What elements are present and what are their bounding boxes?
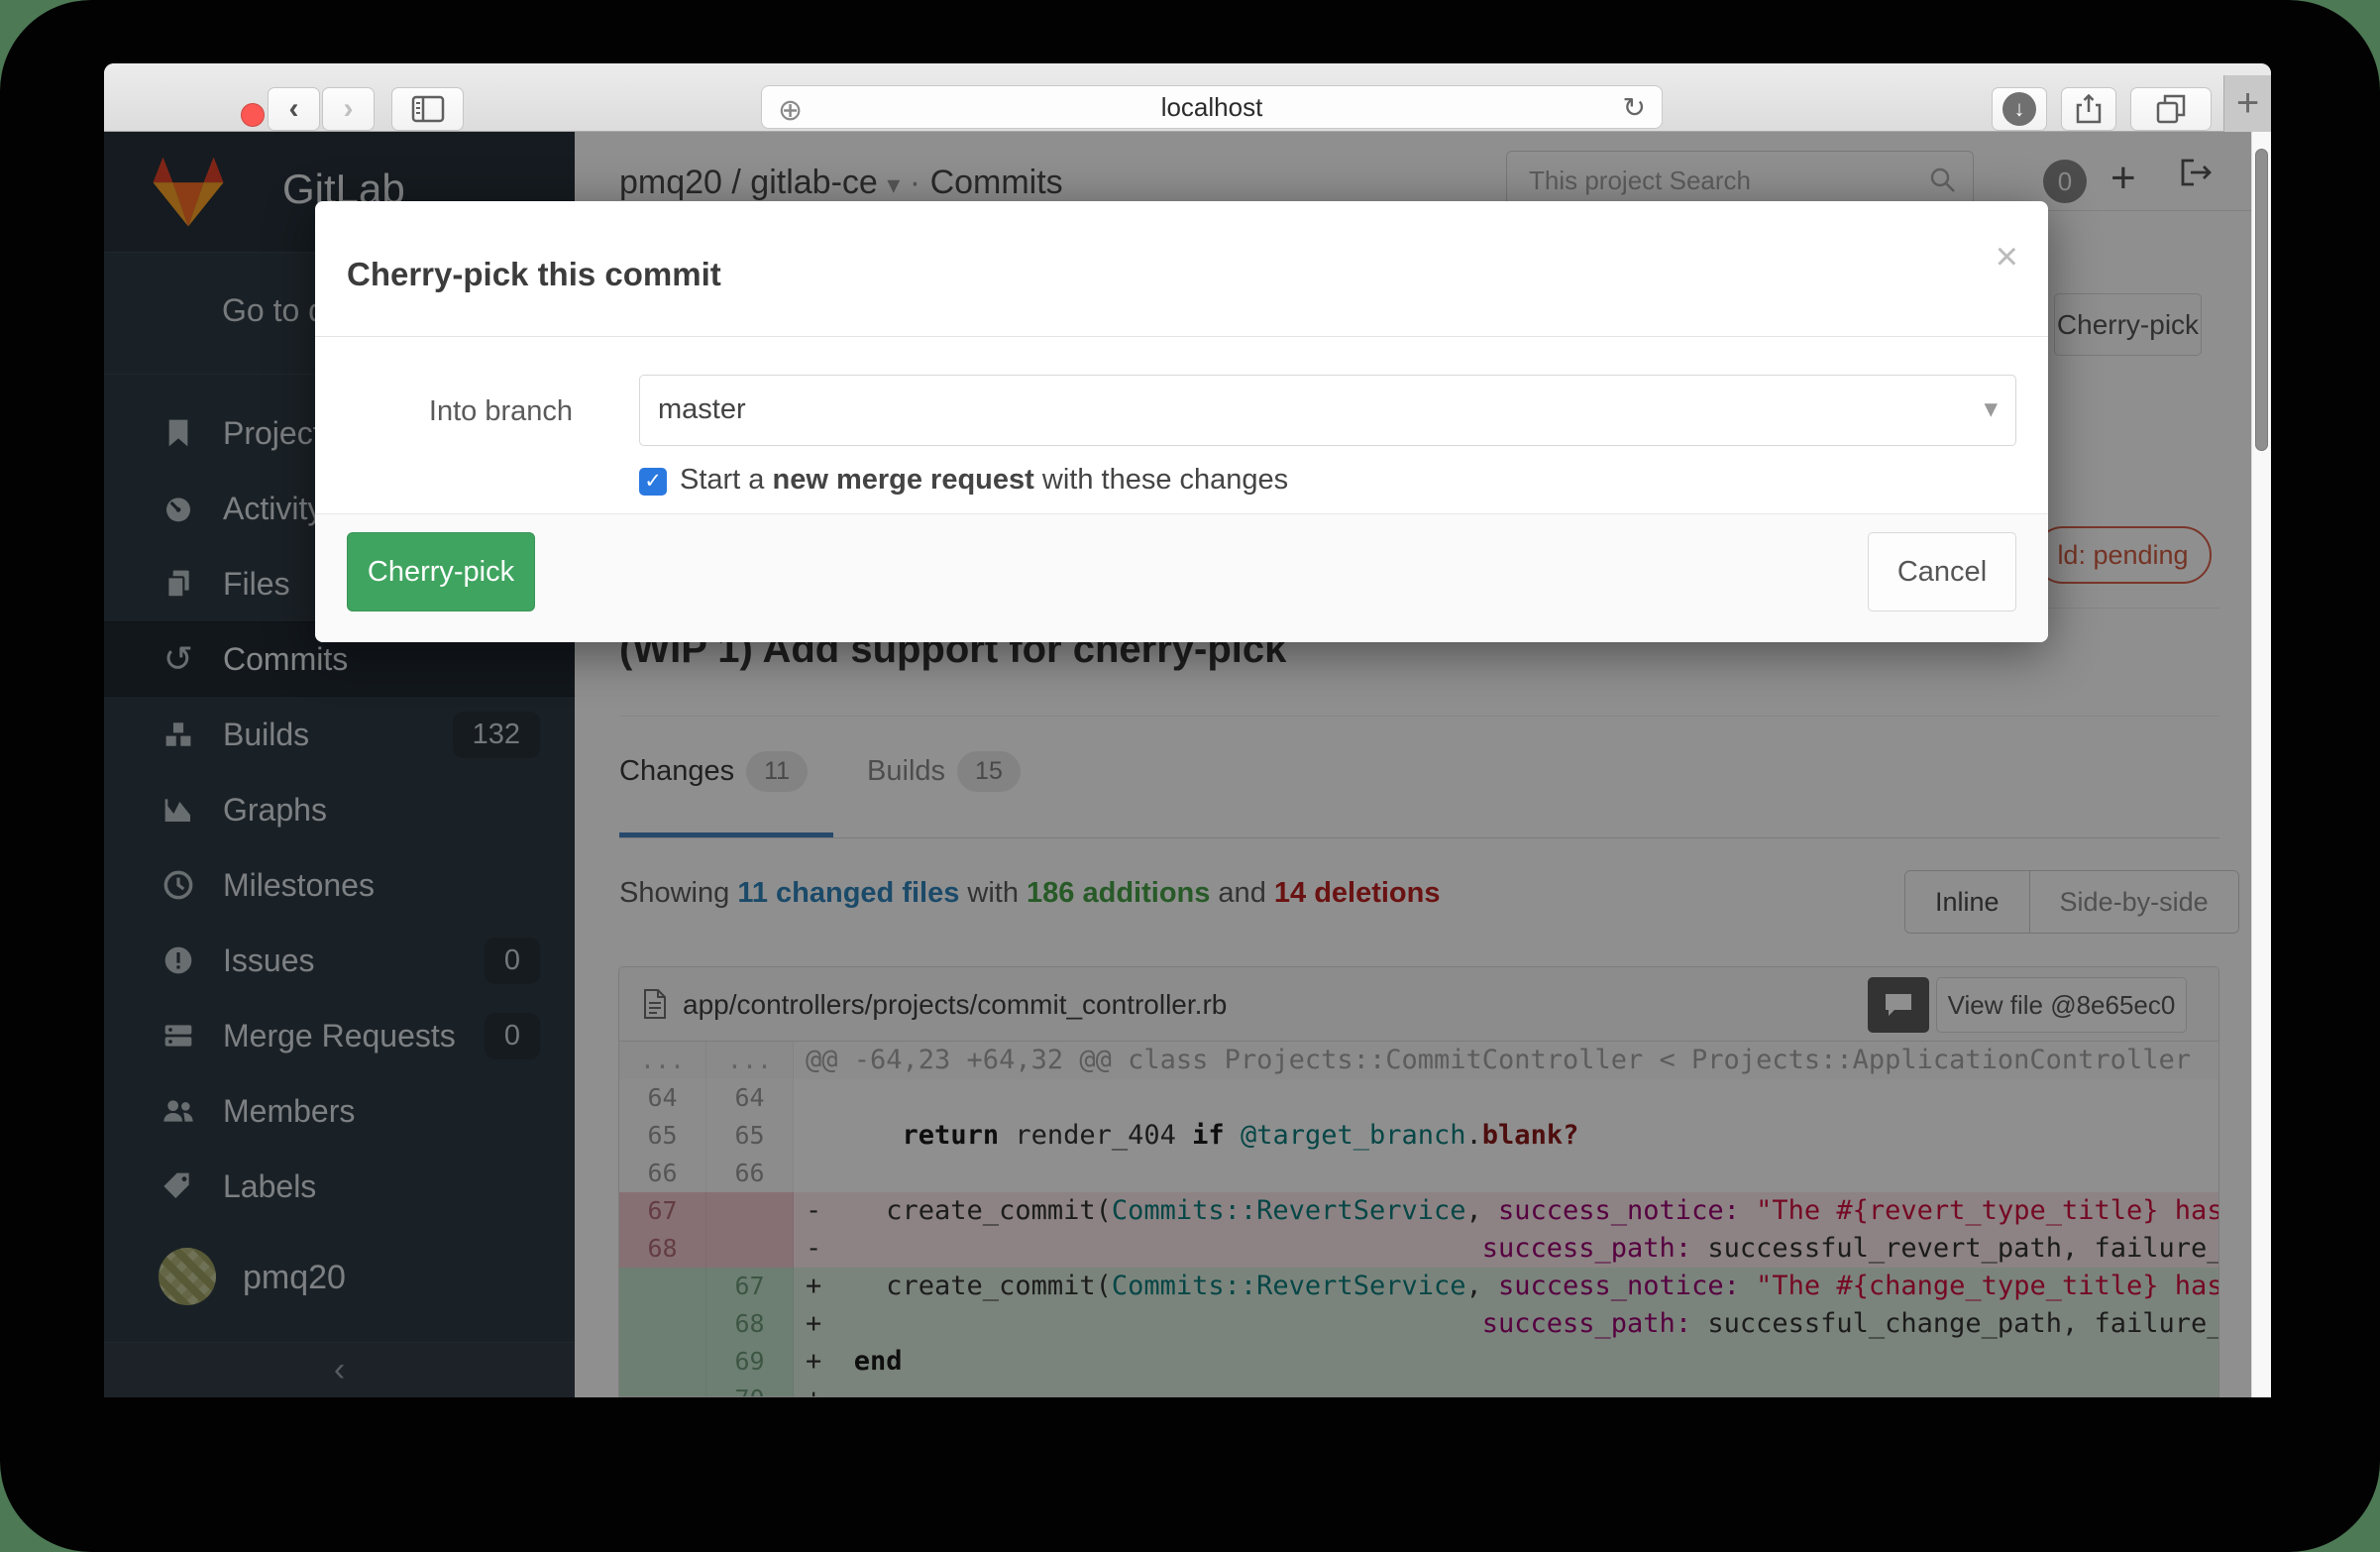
gitlab-page: GitLab Go to d ProjectActivityFiles↺Comm… [104,132,2271,1397]
scrollbar-thumb[interactable] [2255,149,2268,451]
modal-header: Cherry-pick this commit × [315,201,2048,337]
chevron-down-icon: ▾ [1984,393,1998,424]
modal-footer: Cherry-pick Cancel [315,513,2048,642]
close-icon[interactable]: × [1996,237,2018,277]
download-icon: ↓ [2002,92,2036,126]
cancel-button[interactable]: Cancel [1868,532,2016,611]
url-text: localhost [1161,92,1263,123]
checkbox-label-text: with these changes [1034,464,1288,496]
checkbox-label[interactable]: Start a new merge request with these cha… [680,464,1288,497]
forward-button[interactable]: › [322,87,375,131]
into-branch-label: Into branch [421,395,573,428]
forward-icon: › [344,94,354,124]
checkbox-label-text: Start a [680,464,773,496]
new-tab-button[interactable]: + [2223,75,2271,132]
url-bar[interactable]: ⊕ localhost ↻ [761,85,1663,129]
back-button[interactable]: ‹ [268,87,320,131]
new-tab-icon: + [2236,81,2259,126]
sidebar-toggle-button[interactable] [391,87,464,131]
url-plus-icon[interactable]: ⊕ [778,93,803,128]
tabs-icon [2156,94,2186,124]
modal-title: Cherry-pick this commit [347,256,721,293]
share-icon [2076,94,2102,124]
sidebar-toggle-icon [411,95,445,123]
scrollbar[interactable] [2251,132,2271,1397]
back-icon: ‹ [289,94,299,124]
new-merge-request-checkbox[interactable]: ✓ [639,468,667,496]
cherry-pick-confirm-button[interactable]: Cherry-pick [347,532,535,611]
modal-body: Into branch master ▾ ✓ Start a new merge… [315,337,2048,513]
browser-window: ‹ › ⊕ localhost ↻ ↓ [104,63,2271,1397]
share-button[interactable] [2061,87,2116,131]
tab-overview-button[interactable] [2130,87,2212,131]
checkbox-label-bold: new merge request [773,464,1034,496]
branch-select-value: master [658,393,746,426]
browser-toolbar: ‹ › ⊕ localhost ↻ ↓ [104,63,2271,132]
downloads-button[interactable]: ↓ [1992,87,2047,131]
branch-select[interactable]: master ▾ [639,375,2016,446]
cherry-pick-modal: Cherry-pick this commit × Into branch ma… [315,201,2048,642]
close-window-button[interactable] [241,103,265,127]
reload-icon[interactable]: ↻ [1623,91,1646,124]
